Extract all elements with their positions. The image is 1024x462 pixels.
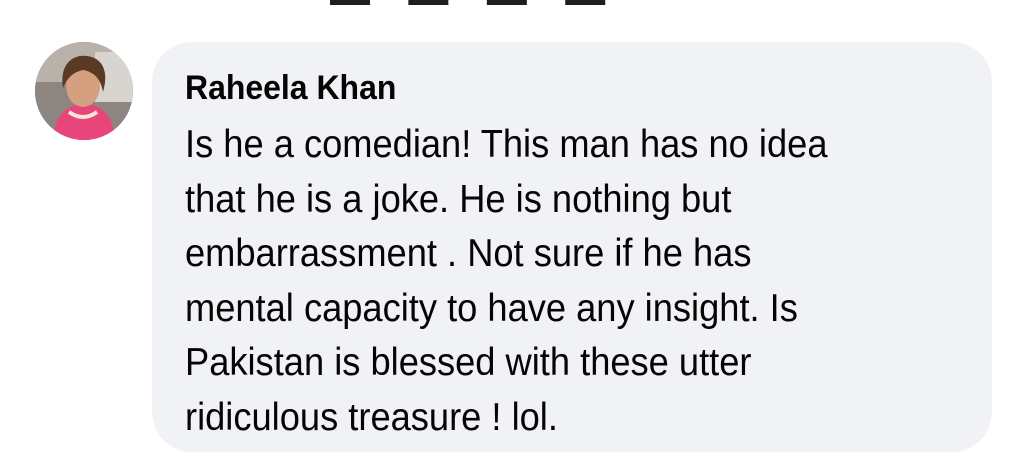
comment-text-line-5: Pakistan is blessed with these utter — [185, 341, 752, 384]
comment-screenshot: ▬ ▪ ▬ ▪ ▬ ▪ ▬ ▪ Raheela Khan Is he a com… — [0, 0, 1024, 462]
profile-photo-icon — [35, 42, 133, 140]
comment-text-line-4: mental capacity to have any insight. Is — [185, 286, 798, 330]
comment-text-line-2: that he is a joke. He is nothing but — [185, 177, 732, 221]
comment-bubble: Raheela Khan Is he a comedian! This man … — [152, 42, 992, 452]
comment-author-name[interactable]: Raheela Khan — [185, 68, 915, 108]
comment-text-line-1: Is he a comedian! This man has no idea — [185, 123, 828, 166]
comment-text-line-6: ridiculous treasure ! lol. — [185, 395, 558, 439]
avatar[interactable] — [35, 42, 133, 140]
comment-text-line-3: embarrassment . Not sure if he has — [185, 232, 752, 275]
previous-comment-cropped-text: ▬ ▪ ▬ ▪ ▬ ▪ ▬ ▪ — [330, 0, 632, 15]
